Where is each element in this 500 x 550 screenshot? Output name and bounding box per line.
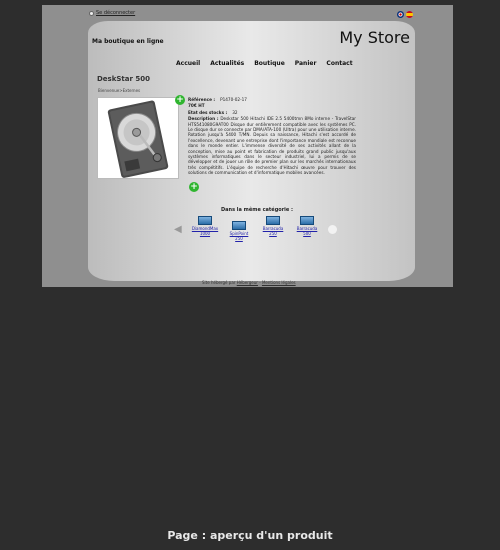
related-product[interactable]: SpinPoint 250: [226, 221, 252, 241]
english-flag-icon[interactable]: [397, 11, 404, 18]
description-label: Description :: [188, 116, 219, 122]
site-footer: Site hébergé par Hébergeur - Mentions lé…: [202, 280, 296, 285]
logout-label[interactable]: Se déconnecter: [96, 10, 135, 16]
nav-item-actualites[interactable]: Actualités: [210, 60, 244, 67]
related-product[interactable]: Barracuda 500: [294, 216, 320, 236]
nav-item-boutique[interactable]: Boutique: [254, 60, 285, 67]
page-caption: Page : aperçu d'un produit: [167, 529, 333, 542]
related-product-label[interactable]: Barracuda 500: [294, 226, 320, 236]
logout-link[interactable]: Se déconnecter: [89, 10, 135, 16]
related-product[interactable]: DiamondMax 1000: [192, 216, 218, 236]
breadcrumb[interactable]: Bienvenue>Externes: [98, 88, 140, 93]
product-price: 70€ HT: [188, 103, 205, 109]
hard-drive-image: [107, 100, 169, 178]
reference-value: P1470-02-17: [220, 97, 247, 102]
related-product-thumbnail[interactable]: [300, 216, 314, 225]
spanish-flag-icon[interactable]: [406, 11, 413, 18]
power-icon: [89, 10, 94, 16]
stock-value: 32: [232, 109, 238, 115]
related-product[interactable]: Barracuda 250: [260, 216, 286, 236]
browser-viewport: Se déconnecter Ma boutique en ligne My S…: [42, 5, 453, 287]
related-product-thumbnail[interactable]: [232, 221, 246, 230]
language-switcher: [397, 11, 413, 18]
product-description-block: Description : Deskstar 500 Hitachi IDE 2…: [188, 116, 356, 175]
product-info: Référence : P1470-02-17 70€ HT Etat des …: [188, 97, 356, 176]
carousel-next-arrow-icon[interactable]: [328, 225, 337, 234]
footer-legal-link[interactable]: Mentions légales: [262, 280, 296, 285]
store-tagline: Ma boutique en ligne: [92, 38, 164, 45]
related-products-title: Dans la même catégorie :: [221, 207, 294, 213]
related-product-thumbnail[interactable]: [266, 216, 280, 225]
reference-label: Référence :: [188, 97, 216, 102]
related-product-label[interactable]: Barracuda 250: [260, 226, 286, 236]
footer-prefix: Site hébergé par: [202, 280, 236, 285]
related-product-label[interactable]: DiamondMax 1000: [192, 226, 218, 236]
main-nav: Accueil Actualités Boutique Panier Conta…: [176, 60, 353, 67]
add-to-cart-icon-bottom[interactable]: +: [189, 182, 199, 192]
nav-item-contact[interactable]: Contact: [326, 60, 352, 67]
related-product-label[interactable]: SpinPoint 250: [226, 231, 252, 241]
product-title: DeskStar 500: [97, 75, 150, 83]
carousel-prev-arrow-icon[interactable]: ◀: [174, 225, 184, 235]
related-products-carousel: ◀ DiamondMax 1000 SpinPoint 250 Barracud…: [174, 216, 337, 241]
store-panel: Ma boutique en ligne My Store Accueil Ac…: [88, 21, 415, 281]
add-to-cart-icon[interactable]: +: [175, 95, 185, 105]
nav-item-accueil[interactable]: Accueil: [176, 60, 200, 67]
footer-host-link[interactable]: Hébergeur: [237, 280, 258, 285]
product-image[interactable]: [97, 97, 179, 179]
nav-item-panier[interactable]: Panier: [295, 60, 317, 67]
stock-label: Etat des stocks :: [188, 109, 228, 115]
product-description: Deskstar 500 Hitachi IDE 2.5 5400tmn 8Mo…: [188, 116, 356, 176]
store-logo-title[interactable]: My Store: [339, 28, 410, 47]
related-product-thumbnail[interactable]: [198, 216, 212, 225]
